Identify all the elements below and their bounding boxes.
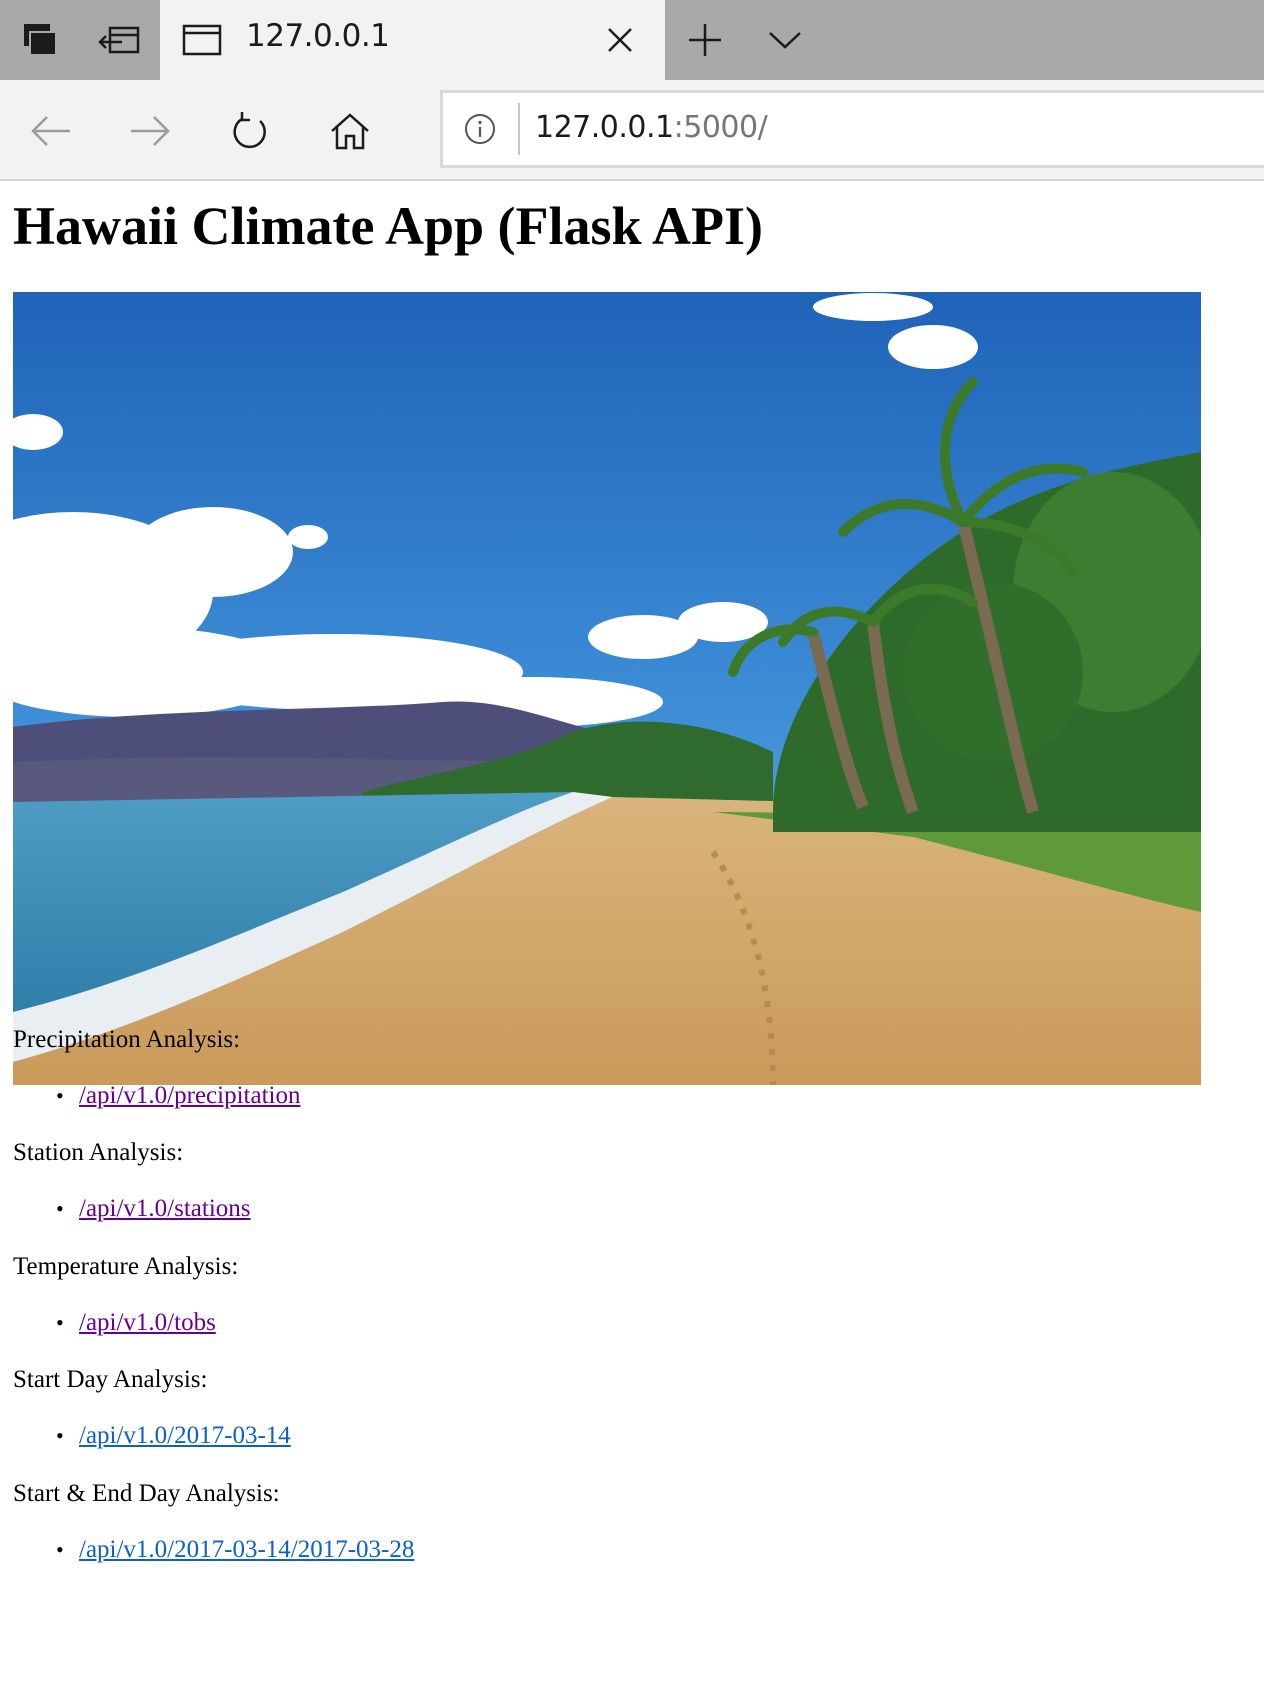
address-bar[interactable]: 127.0.0.1:5000/ (440, 90, 1264, 168)
start-end-day-section-label: Start & End Day Analysis: (13, 1480, 280, 1507)
plus-icon (689, 24, 721, 56)
hawaii-beach-image (13, 292, 1201, 1085)
forward-button[interactable] (125, 106, 175, 156)
precipitation-link[interactable]: /api/v1.0/precipitation (79, 1082, 300, 1109)
info-icon (465, 114, 495, 144)
back-button[interactable] (26, 106, 76, 156)
list-item: • /api/v1.0/tobs (56, 1309, 216, 1337)
start-day-link[interactable]: /api/v1.0/2017-03-14 (79, 1422, 291, 1449)
start-end-day-link[interactable]: /api/v1.0/2017-03-14/2017-03-28 (79, 1536, 414, 1563)
tab-actions-icon (24, 24, 57, 56)
bullet: • (56, 1423, 64, 1448)
active-tab[interactable]: 127.0.0.1 (160, 0, 665, 80)
chevron-down-icon (769, 32, 801, 49)
set-tabs-aside-icon (98, 26, 140, 54)
bullet: • (56, 1196, 64, 1221)
temperature-section-label: Temperature Analysis: (13, 1253, 239, 1280)
home-button[interactable] (325, 106, 375, 156)
page-title: Hawaii Climate App (Flask API) (13, 196, 764, 256)
page-content: Hawaii Climate App (Flask API) Precipita… (0, 181, 1264, 1695)
tab-bar: 127.0.0.1 (0, 0, 1264, 80)
back-arrow-icon (31, 116, 70, 146)
address-host: 127.0.0.1 (535, 110, 674, 145)
set-tabs-aside-button[interactable] (80, 0, 160, 80)
bullet: • (56, 1537, 64, 1562)
list-item: • /api/v1.0/stations (56, 1195, 251, 1223)
page-icon (182, 24, 222, 56)
list-item: • /api/v1.0/2017-03-14 (56, 1422, 291, 1450)
address-separator (518, 103, 520, 155)
bullet: • (56, 1310, 64, 1335)
navigation-toolbar: 127.0.0.1:5000/ (0, 80, 1264, 181)
list-item: • /api/v1.0/precipitation (56, 1082, 300, 1110)
stations-link[interactable]: /api/v1.0/stations (79, 1195, 251, 1222)
list-item: • /api/v1.0/2017-03-14/2017-03-28 (56, 1536, 414, 1564)
refresh-button[interactable] (225, 106, 275, 156)
start-day-section-label: Start Day Analysis: (13, 1366, 208, 1393)
tab-title: 127.0.0.1 (246, 18, 390, 54)
tobs-link[interactable]: /api/v1.0/tobs (79, 1309, 216, 1336)
new-tab-button[interactable] (680, 18, 730, 62)
tab-actions-button[interactable] (0, 0, 80, 80)
address-text[interactable]: 127.0.0.1:5000/ (535, 110, 768, 145)
precipitation-section-label: Precipitation Analysis: (13, 1026, 241, 1053)
station-section-label: Station Analysis: (13, 1139, 184, 1166)
bullet: • (56, 1083, 64, 1108)
close-icon (608, 28, 632, 52)
tab-list-button[interactable] (760, 18, 810, 62)
home-icon (331, 113, 369, 150)
forward-arrow-icon (131, 116, 170, 146)
address-path: :5000/ (673, 110, 768, 145)
tab-close-button[interactable] (598, 18, 642, 62)
site-info-button[interactable] (463, 112, 497, 146)
refresh-icon (233, 112, 266, 149)
